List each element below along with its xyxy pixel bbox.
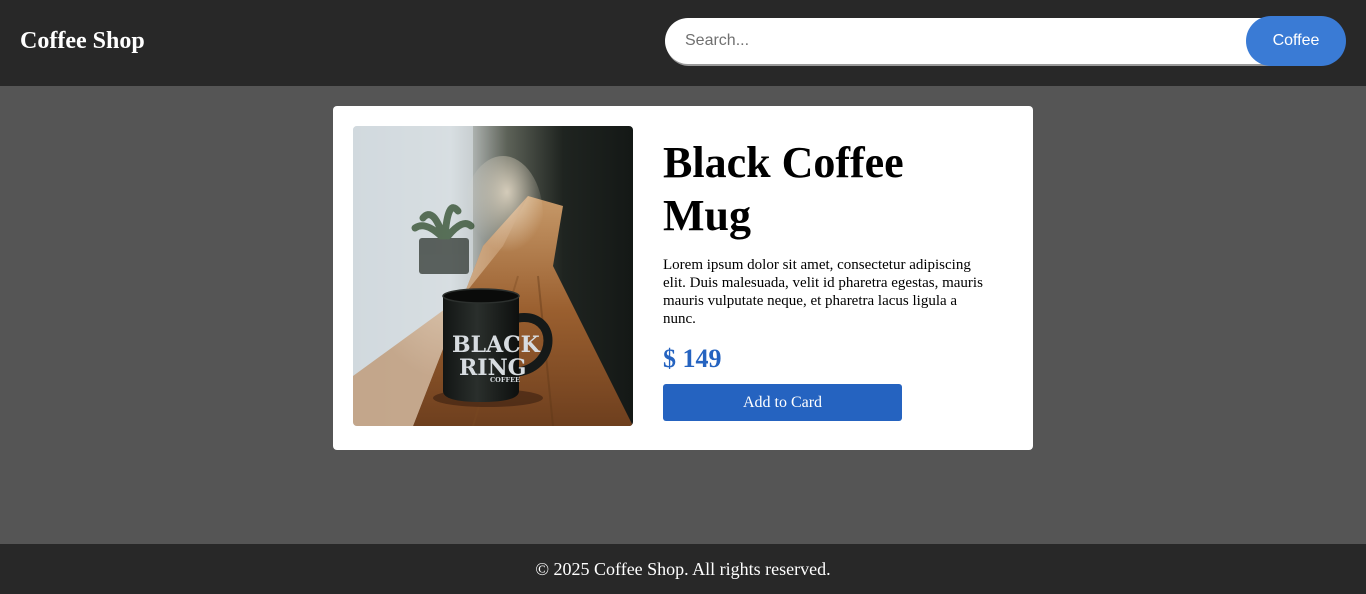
search-bar: Coffee <box>665 16 1346 66</box>
search-button[interactable]: Coffee <box>1246 16 1346 66</box>
mug-logo-line3: COFFEE <box>490 376 520 384</box>
brand-title[interactable]: Coffee Shop <box>20 26 145 56</box>
product-description: Lorem ipsum dolor sit amet, consectetur … <box>663 257 983 327</box>
product-info: Black Coffee Mug Lorem ipsum dolor sit a… <box>663 136 993 421</box>
site-footer: © 2025 Coffee Shop. All rights reserved. <box>0 544 1366 594</box>
product-title: Black Coffee Mug <box>663 138 904 240</box>
mug-photo: BLACK RING COFFEE <box>353 126 633 426</box>
footer-copyright: © 2025 Coffee Shop. All rights reserved. <box>535 559 831 579</box>
product-image: BLACK RING COFFEE <box>353 126 633 426</box>
product-price: $ 149 <box>663 344 722 373</box>
site-header: Coffee Shop Coffee <box>0 0 1366 86</box>
search-input[interactable] <box>665 18 1285 64</box>
product-card: BLACK RING COFFEE Black Coffee Mug Lorem… <box>333 106 1033 450</box>
add-to-cart-button[interactable]: Add to Card <box>663 384 902 421</box>
